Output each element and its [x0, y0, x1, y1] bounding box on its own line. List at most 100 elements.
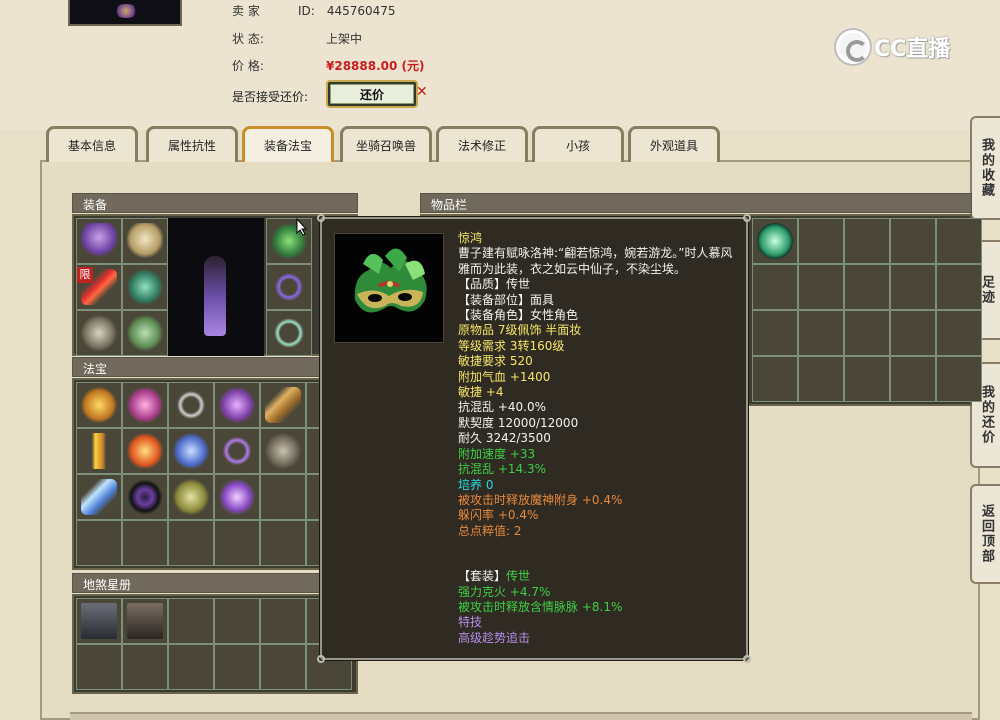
haggle-button[interactable]: 还价 — [326, 80, 418, 108]
equip-cell[interactable] — [266, 310, 312, 356]
inventory-cell[interactable] — [798, 356, 844, 402]
equip-cell[interactable] — [76, 218, 122, 264]
inventory-cell[interactable] — [936, 310, 982, 356]
star-cell[interactable] — [76, 598, 122, 644]
fabao-grid — [72, 378, 358, 570]
side-nav-favorites[interactable]: 我的收藏 — [970, 116, 1000, 220]
inventory-cell[interactable] — [798, 310, 844, 356]
star-cell[interactable] — [122, 644, 168, 690]
fabao-cell[interactable] — [122, 520, 168, 566]
purple-rope-icon — [219, 433, 255, 469]
fabao-cell[interactable] — [76, 520, 122, 566]
tab-bar: 基本信息 属性抗性 装备法宝 坐骑召唤兽 法术修正 小孩 外观道具 — [46, 124, 746, 162]
item-stat: 附加气血 +1400 — [458, 369, 551, 384]
tooltip-corner — [317, 655, 325, 663]
tab-mounts-pets[interactable]: 坐骑召唤兽 — [340, 126, 432, 162]
fabao-cell[interactable] — [260, 382, 306, 428]
fabao-cell[interactable] — [122, 474, 168, 520]
inventory-cell[interactable] — [890, 264, 936, 310]
purple-tentacle-icon — [81, 223, 117, 259]
inventory-cell[interactable] — [752, 218, 798, 264]
fabao-cell[interactable] — [168, 382, 214, 428]
inventory-cell[interactable] — [844, 264, 890, 310]
tooltip-corner — [317, 214, 325, 222]
star-cell[interactable] — [214, 644, 260, 690]
equip-cell[interactable] — [122, 310, 168, 356]
bronze-cauldron-icon — [173, 479, 209, 515]
skill-name: 高级趁势追击 — [458, 630, 531, 645]
item-stat: 躲闪率 +0.4% — [458, 508, 539, 523]
inventory-cell[interactable] — [798, 218, 844, 264]
mouse-cursor-icon — [296, 218, 308, 236]
inventory-cell[interactable] — [844, 356, 890, 402]
inventory-cell[interactable] — [752, 356, 798, 402]
dark-orb-icon — [127, 479, 163, 515]
equip-cell[interactable] — [76, 310, 122, 356]
fabao-cell[interactable] — [168, 428, 214, 474]
side-nav-back-to-top[interactable]: 返回顶部 — [970, 484, 1000, 584]
inventory-cell[interactable] — [890, 310, 936, 356]
fabao-cell[interactable] — [214, 428, 260, 474]
purple-sword-icon — [219, 479, 255, 515]
equip-cell[interactable] — [266, 264, 312, 310]
item-stat: 【品质】传世 — [458, 277, 531, 292]
star-cell[interactable] — [168, 644, 214, 690]
star-cell[interactable] — [76, 644, 122, 690]
pink-lantern-icon — [127, 387, 163, 423]
accept-haggle-label: 是否接受还价: — [232, 90, 309, 104]
fabao-cell[interactable] — [76, 474, 122, 520]
fabao-cell[interactable] — [260, 520, 306, 566]
inventory-section-title: 物品栏 — [420, 193, 972, 213]
item-stat: 【装备角色】女性角色 — [458, 308, 579, 323]
character-thumbnail[interactable] — [68, 0, 182, 26]
fabao-cell[interactable] — [260, 474, 306, 520]
inventory-cell[interactable] — [936, 218, 982, 264]
tab-child[interactable]: 小孩 — [532, 126, 624, 162]
item-image — [334, 233, 444, 343]
inventory-cell[interactable] — [890, 218, 936, 264]
boots-icon — [127, 315, 163, 351]
fabao-cell[interactable] — [168, 520, 214, 566]
tab-appearance[interactable]: 外观道具 — [628, 126, 720, 162]
cc-logo-icon — [836, 30, 870, 64]
fabao-cell[interactable] — [76, 382, 122, 428]
item-stat: 敏捷要求 520 — [458, 354, 533, 369]
star-cell[interactable] — [168, 598, 214, 644]
tab-basic-info[interactable]: 基本信息 — [46, 126, 138, 162]
fabao-cell[interactable] — [260, 428, 306, 474]
green-pants-icon — [127, 269, 163, 305]
tab-equipment[interactable]: 装备法宝 — [242, 126, 334, 162]
item-stat: 耐久 3242/3500 — [458, 431, 551, 446]
inventory-cell[interactable] — [844, 310, 890, 356]
equip-grid: 限 — [72, 214, 358, 356]
tab-spell-correction[interactable]: 法术修正 — [436, 126, 528, 162]
inventory-cell[interactable] — [936, 356, 982, 402]
fabao-cell[interactable] — [122, 428, 168, 474]
fabao-cell[interactable] — [214, 382, 260, 428]
equip-cell[interactable]: 限 — [76, 264, 122, 310]
fabao-cell[interactable] — [214, 520, 260, 566]
inventory-cell[interactable] — [936, 264, 982, 310]
fabao-cell[interactable] — [168, 474, 214, 520]
close-icon[interactable]: ✕ — [416, 84, 428, 100]
fabao-cell[interactable] — [122, 382, 168, 428]
item-tooltip: 惊鸿 曹子建有赋咏洛神:“翩若惊鸿，婉若游龙。”时人慕风雅而为此装，衣之如云中仙… — [317, 214, 751, 663]
fabao-cell[interactable] — [214, 474, 260, 520]
fabao-cell[interactable] — [76, 428, 122, 474]
inventory-cell[interactable] — [844, 218, 890, 264]
tab-attributes[interactable]: 属性抗性 — [146, 126, 238, 162]
star-cell[interactable] — [214, 598, 260, 644]
inventory-cell[interactable] — [890, 356, 936, 402]
character-portrait — [168, 218, 264, 356]
warrior-card-icon — [81, 603, 117, 639]
item-stat: 原物品 7级佩饰 半面妆 — [458, 323, 582, 338]
equip-cell[interactable] — [122, 264, 168, 310]
inventory-cell[interactable] — [752, 264, 798, 310]
equip-cell[interactable] — [122, 218, 168, 264]
star-cell[interactable] — [260, 598, 306, 644]
inventory-cell[interactable] — [798, 264, 844, 310]
item-stat: 被攻击时释放魔神附身 +0.4% — [458, 492, 623, 507]
star-cell[interactable] — [260, 644, 306, 690]
inventory-cell[interactable] — [752, 310, 798, 356]
star-cell[interactable] — [122, 598, 168, 644]
